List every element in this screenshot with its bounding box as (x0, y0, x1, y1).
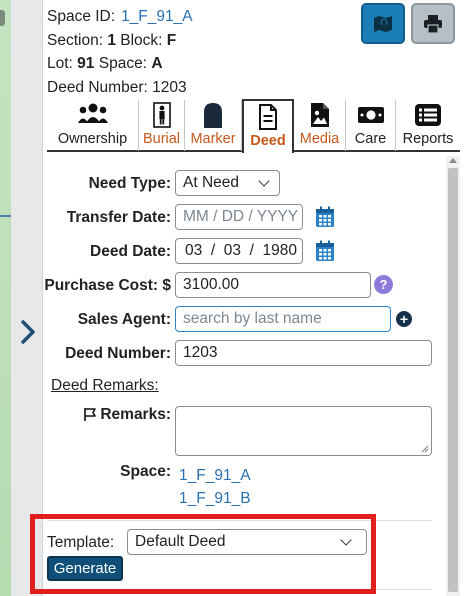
deed-date-label: Deed Date: (90, 243, 171, 260)
map-button[interactable] (361, 3, 405, 44)
sales-agent-label: Sales Agent: (77, 311, 171, 328)
printer-icon (424, 14, 442, 34)
calendar-icon[interactable] (315, 206, 335, 228)
scrollbar[interactable] (446, 156, 460, 596)
image-file-icon (310, 103, 329, 127)
section-value: 1 (107, 31, 116, 49)
deed-date-input[interactable]: 03 / 03 / 1980 (175, 238, 303, 264)
highlight-box (30, 514, 376, 594)
map-control[interactable] (0, 10, 5, 26)
map-road-line (0, 215, 11, 217)
add-agent-icon[interactable]: + (396, 311, 412, 327)
map-pin-icon (374, 15, 392, 32)
tab-label: Reports (402, 131, 454, 147)
print-button[interactable] (411, 3, 455, 44)
space-detail-panel: Space ID: 1_F_91_A Section: 1 Block: F Lo… (30, 0, 466, 596)
tab-label: Deed (250, 133, 286, 149)
remarks-label: Remarks: (100, 406, 171, 423)
tab-label: Marker (190, 131, 236, 147)
calendar-icon[interactable] (315, 240, 335, 262)
help-glyph: ? (379, 277, 388, 292)
tab-ownership[interactable]: Ownership (47, 100, 139, 151)
purchase-cost-value: 3100.00 (183, 276, 240, 293)
sales-agent-placeholder: search by last name (183, 310, 322, 327)
side-rail (11, 0, 43, 596)
sales-agent-input[interactable]: search by last name (175, 306, 391, 332)
deed-date-value: 03 / 03 / 1980 (185, 242, 298, 259)
lot-value: 91 (77, 55, 95, 72)
person-icon (152, 102, 171, 128)
expand-chevron-icon[interactable] (17, 318, 39, 346)
list-icon (415, 104, 441, 126)
need-type-select[interactable]: At Need (175, 170, 280, 196)
flag-icon (84, 408, 96, 421)
transfer-date-input[interactable]: MM / DD / YYYY (175, 204, 303, 230)
scroll-thumb[interactable] (448, 168, 458, 592)
need-type-value: At Need (183, 174, 240, 191)
map-background (0, 0, 11, 596)
deed-number-input-value: 1203 (183, 344, 218, 361)
transfer-date-placeholder: MM / DD / YYYY (183, 208, 299, 225)
record-tabs: Ownership Burial Marker Deed Media Care … (47, 99, 460, 153)
deed-number-field-label: Deed Number: (65, 345, 171, 362)
purchase-cost-input[interactable]: 3100.00 (175, 272, 371, 298)
lot-label: Lot: (47, 55, 73, 72)
space-link[interactable]: 1_F_91_B (179, 490, 251, 508)
document-icon (259, 104, 277, 130)
remarks-textarea[interactable] (175, 406, 432, 456)
tab-reports[interactable]: Reports (396, 100, 460, 151)
add-glyph: + (399, 311, 409, 327)
space-label: Space: (98, 55, 147, 72)
tab-label: Ownership (57, 131, 128, 147)
tab-label: Media (299, 131, 340, 147)
help-icon[interactable]: ? (374, 275, 393, 294)
section-label: Section: (47, 31, 104, 49)
deed-remarks-link[interactable]: Deed Remarks: (51, 377, 159, 395)
deed-number-value: 1203 (152, 78, 187, 96)
tab-burial[interactable]: Burial (139, 100, 185, 151)
tab-marker[interactable]: Marker (185, 100, 242, 151)
tab-care[interactable]: Care (346, 100, 396, 151)
chevron-down-icon (258, 175, 270, 187)
space-id-label: Space ID: (47, 8, 116, 25)
space-value: A (151, 55, 163, 72)
need-type-label: Need Type: (88, 175, 171, 192)
money-icon (357, 107, 384, 123)
space-info: Space ID: 1_F_91_A Section: 1 Block: F Lo… (47, 5, 193, 99)
space-field-label: Space: (120, 463, 171, 480)
tab-label: Burial (142, 131, 181, 147)
transfer-date-label: Transfer Date: (66, 209, 171, 226)
block-label: Block: (120, 31, 163, 49)
tab-label: Care (354, 131, 387, 147)
deed-number-label: Deed Number: (47, 78, 148, 96)
purchase-cost-label: Purchase Cost: $ (44, 277, 171, 294)
space-link[interactable]: 1_F_91_A (179, 467, 251, 485)
space-id-link[interactable]: 1_F_91_A (121, 8, 193, 25)
headstone-icon (204, 103, 222, 128)
resize-grip-icon[interactable] (421, 445, 429, 453)
block-value: F (166, 31, 177, 49)
scroll-up-icon[interactable] (449, 158, 457, 163)
tab-media[interactable]: Media (294, 100, 346, 151)
people-icon (77, 103, 108, 123)
deed-number-input[interactable]: 1203 (175, 340, 432, 366)
tab-deed[interactable]: Deed (242, 99, 294, 153)
